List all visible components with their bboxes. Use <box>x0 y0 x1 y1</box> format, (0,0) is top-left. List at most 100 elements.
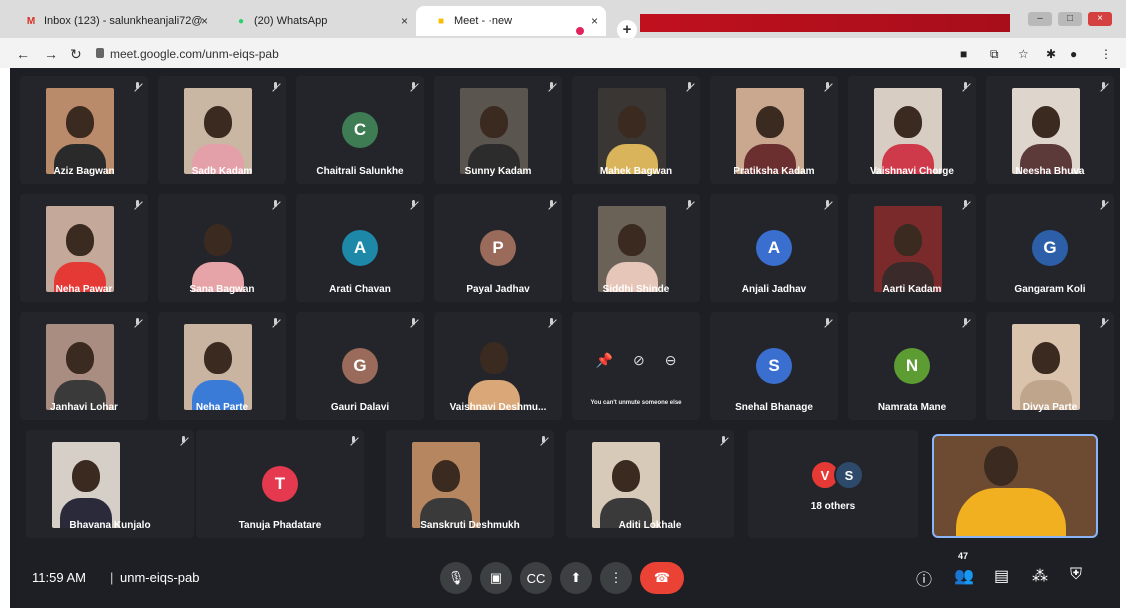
bookmark-star-icon[interactable]: ☆ <box>1018 47 1029 61</box>
meeting-code: unm-eiqs-pab <box>120 570 200 585</box>
participant-tile[interactable]: A Anjali Jadhav <box>710 194 838 302</box>
camera-button[interactable]: ▣ <box>480 562 512 594</box>
mic-icon: 🎙 <box>447 570 465 585</box>
person-head <box>894 106 922 138</box>
microphone-button[interactable]: 🎙 <box>440 562 472 594</box>
tab-gmail[interactable]: M Inbox (123) - salunkheanjali72@ × <box>6 6 216 36</box>
participant-tile[interactable]: A Arati Chavan <box>296 194 424 302</box>
participant-tile[interactable]: Sadb Kadam <box>158 76 286 184</box>
host-controls-icon[interactable]: ⛨ <box>1070 566 1082 584</box>
new-tab-button[interactable]: + <box>617 20 637 40</box>
activities-icon[interactable]: ⁂ <box>1032 566 1048 586</box>
participant-tile[interactable]: Neesha Bhuva <box>986 76 1114 184</box>
remove-icon[interactable]: ⊖ <box>665 352 677 369</box>
extension-icon[interactable]: ⧉ <box>990 47 999 62</box>
recording-dot-icon <box>576 27 584 35</box>
participant-tile[interactable]: Bhavana Kunjalo <box>26 430 194 538</box>
participant-tile[interactable]: Vaishnavi Deshmu... <box>434 312 562 420</box>
tab-strip-decoration <box>640 14 1010 32</box>
profile-avatar[interactable]: ● <box>1070 47 1077 61</box>
whatsapp-icon: ● <box>237 15 245 27</box>
participant-tile[interactable]: T Tanuja Phadatare <box>196 430 364 538</box>
person-head <box>984 446 1018 486</box>
participant-tile[interactable]: Aditi Lokhale <box>566 430 734 538</box>
participant-video <box>736 88 804 174</box>
more-options-button[interactable]: ⋮ <box>600 562 632 594</box>
self-view-video[interactable] <box>932 434 1098 538</box>
participant-avatar: A <box>342 230 378 266</box>
participant-tile[interactable]: Sanskruti Deshmukh <box>386 430 554 538</box>
others-tile[interactable]: V S 18 others <box>748 430 918 538</box>
close-icon[interactable]: × <box>401 14 408 28</box>
present-icon: ⬆ <box>570 570 582 585</box>
muted-mic-icon <box>1099 200 1108 214</box>
participant-name: Vaishnavi Chorge <box>870 166 954 177</box>
participant-name: Neha Pawar <box>55 284 113 295</box>
participant-tile[interactable]: G Gauri Dalavi <box>296 312 424 420</box>
participant-name: Aditi Lokhale <box>618 520 682 531</box>
url-field[interactable]: meet.google.com/unm-eiqs-pab <box>110 47 279 61</box>
participant-name: Sana Bagwan <box>189 284 255 295</box>
close-icon[interactable]: × <box>201 14 208 28</box>
participant-tile[interactable]: Mahek Bagwan <box>572 76 700 184</box>
participant-video <box>52 442 120 528</box>
chat-icon[interactable]: ▤ <box>994 566 1009 586</box>
participant-name: Snehal Bhanage <box>735 402 813 413</box>
close-icon[interactable]: × <box>591 14 598 28</box>
participant-count: 47 <box>958 551 969 561</box>
info-icon[interactable]: ⓘ <box>916 566 932 590</box>
participant-avatar: A <box>756 230 792 266</box>
present-button[interactable]: ⬆ <box>560 562 592 594</box>
puzzle-icon[interactable]: ✱ <box>1046 47 1056 61</box>
forward-arrow-icon[interactable]: → <box>44 46 58 62</box>
participant-tile[interactable]: Aziz Bagwan <box>20 76 148 184</box>
participant-tile[interactable]: Siddhi Shinde <box>572 194 700 302</box>
maximize-button[interactable]: □ <box>1058 12 1082 26</box>
participant-tile[interactable]: G Gangaram Koli <box>986 194 1114 302</box>
participant-tile[interactable]: P Payal Jadhav <box>434 194 562 302</box>
participant-video <box>598 206 666 292</box>
participant-tile[interactable]: N Namrata Mane <box>848 312 976 420</box>
muted-mic-icon <box>133 200 142 214</box>
participant-tile[interactable]: Sana Bagwan <box>158 194 286 302</box>
person-head <box>204 106 232 138</box>
participant-video <box>1012 324 1080 410</box>
pin-icon[interactable]: 📌 <box>596 352 613 369</box>
captions-button[interactable]: CC <box>520 562 552 594</box>
participant-name: Aarti Kadam <box>882 284 942 295</box>
participant-name: Chaitrali Salunkhe <box>316 166 404 177</box>
window-close-button[interactable]: × <box>1088 12 1112 26</box>
participant-tile[interactable]: Divya Parte <box>986 312 1114 420</box>
participant-tile[interactable]: Janhavi Lohar <box>20 312 148 420</box>
participant-video <box>46 206 114 292</box>
camera-icon[interactable]: ■ <box>960 47 967 61</box>
participant-tile[interactable]: Aarti Kadam <box>848 194 976 302</box>
participant-tile[interactable]: Neha Parte <box>158 312 286 420</box>
person-head <box>72 460 100 492</box>
people-icon[interactable]: 👥 <box>954 566 974 586</box>
minimize-button[interactable]: – <box>1028 12 1052 26</box>
participant-avatar: N <box>894 348 930 384</box>
mute-disabled-icon[interactable]: ⊘ <box>633 352 645 369</box>
camera-icon: ▣ <box>489 570 503 585</box>
menu-dots-icon[interactable]: ⋮ <box>1100 47 1112 61</box>
participant-tile[interactable]: Pratiksha Kadam <box>710 76 838 184</box>
participant-tile[interactable]: S Snehal Bhanage <box>710 312 838 420</box>
participant-tile[interactable]: Neha Pawar <box>20 194 148 302</box>
participant-avatar: G <box>342 348 378 384</box>
captions-icon: CC <box>526 570 546 586</box>
end-call-button[interactable]: ☎ <box>640 562 684 594</box>
tab-whatsapp[interactable]: ● (20) WhatsApp × <box>216 6 416 36</box>
back-arrow-icon[interactable]: ← <box>16 46 30 62</box>
person-head <box>204 342 232 374</box>
participant-tile[interactable]: Sunny Kadam <box>434 76 562 184</box>
person-head <box>66 224 94 256</box>
muted-mic-icon <box>271 318 280 332</box>
muted-mic-icon <box>547 200 556 214</box>
participant-name: Tanuja Phadatare <box>238 520 322 531</box>
participant-tile[interactable]: C Chaitrali Salunkhe <box>296 76 424 184</box>
participant-tile[interactable]: Vaishnavi Chorge <box>848 76 976 184</box>
participant-avatar: P <box>480 230 516 266</box>
person-head <box>612 460 640 492</box>
reload-icon[interactable]: ↻ <box>70 46 82 63</box>
